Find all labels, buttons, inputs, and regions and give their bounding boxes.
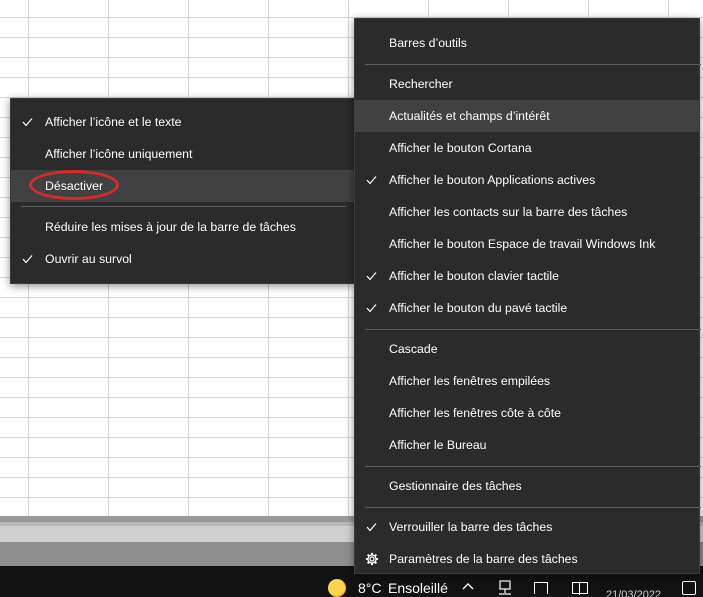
menu-item-label: Afficher les contacts sur la barre des t… xyxy=(389,205,628,219)
menu-separator xyxy=(365,466,701,467)
menu-item-label: Afficher le bouton Cortana xyxy=(389,141,532,155)
menu-item-label: Afficher le bouton Applications actives xyxy=(389,173,596,187)
checkmark-icon xyxy=(366,304,377,313)
menu-item-show-contacts[interactable]: Afficher les contacts sur la barre des t… xyxy=(355,196,699,228)
checkmark-icon xyxy=(22,118,33,127)
menu-item-show-task-view[interactable]: Afficher le bouton Applications actives xyxy=(355,164,699,196)
menu-item-label: Gestionnaire des tâches xyxy=(389,479,522,493)
checkmark-icon xyxy=(366,176,377,185)
sun-icon[interactable] xyxy=(328,579,346,597)
taskbar-context-menu: Barres d’outils Rechercher Actualités et… xyxy=(354,18,701,575)
network-icon[interactable] xyxy=(497,580,513,596)
menu-item-cascade[interactable]: Cascade xyxy=(355,333,699,365)
menu-item-search[interactable]: Rechercher xyxy=(355,68,699,100)
gear-icon xyxy=(365,552,379,566)
menu-item-label: Barres d’outils xyxy=(389,36,467,50)
menu-item-label: Afficher le bouton Espace de travail Win… xyxy=(389,237,656,251)
checkmark-icon xyxy=(366,523,377,532)
menu-item-label: Actualités et champs d’intérêt xyxy=(389,109,550,123)
menu-item-label: Verrouiller la barre des tâches xyxy=(389,520,553,534)
chevron-up-icon[interactable] xyxy=(461,580,475,594)
checkmark-icon xyxy=(366,272,377,281)
highlight-annotation xyxy=(29,170,119,200)
menu-item-label: Afficher les fenêtres empilées xyxy=(389,374,551,388)
menu-separator xyxy=(365,64,701,65)
menu-item-label: Ouvrir au survol xyxy=(45,252,132,266)
menu-item-label: Afficher le Bureau xyxy=(389,438,487,452)
menu-item-taskbar-settings[interactable]: Paramètres de la barre des tâches xyxy=(355,543,699,575)
menu-item-show-cortana[interactable]: Afficher le bouton Cortana xyxy=(355,132,699,164)
menu-item-show-stacked[interactable]: Afficher les fenêtres empilées xyxy=(355,365,699,397)
menu-item-label: Paramètres de la barre des tâches xyxy=(389,552,578,566)
menu-item-show-touch-keyboard[interactable]: Afficher le bouton clavier tactile xyxy=(355,260,699,292)
menu-item-news-and-interests[interactable]: Actualités et champs d’intérêt xyxy=(355,100,699,132)
menu-item-reduce-updates[interactable]: Réduire les mises à jour de la barre de … xyxy=(11,211,354,243)
menu-item-show-icon-and-text[interactable]: Afficher l’icône et le texte xyxy=(11,106,354,138)
menu-item-label: Afficher l’icône uniquement xyxy=(45,147,193,161)
menu-item-show-side-by-side[interactable]: Afficher les fenêtres côte à côte xyxy=(355,397,699,429)
weather-condition[interactable]: Ensoleillé xyxy=(388,580,448,596)
keyboard-icon[interactable] xyxy=(572,582,588,595)
menu-item-label: Cascade xyxy=(389,342,438,356)
notification-icon[interactable] xyxy=(682,581,696,595)
menu-item-show-icon-only[interactable]: Afficher l’icône uniquement xyxy=(11,138,354,170)
menu-separator xyxy=(365,507,701,508)
menu-item-open-on-hover[interactable]: Ouvrir au survol xyxy=(11,243,354,275)
menu-item-label: Rechercher xyxy=(389,77,453,91)
menu-item-toolbars[interactable]: Barres d’outils xyxy=(355,27,699,59)
menu-separator xyxy=(365,329,701,330)
menu-item-label: Afficher l’icône et le texte xyxy=(45,115,182,129)
menu-item-label: Réduire les mises à jour de la barre de … xyxy=(45,220,296,234)
menu-item-label: Afficher le bouton du pavé tactile xyxy=(389,301,568,315)
menu-separator xyxy=(21,206,346,207)
menu-item-show-windows-ink[interactable]: Afficher le bouton Espace de travail Win… xyxy=(355,228,699,260)
checkmark-icon xyxy=(22,255,33,264)
volume-icon[interactable] xyxy=(534,582,548,594)
menu-item-task-manager[interactable]: Gestionnaire des tâches xyxy=(355,470,699,502)
menu-item-label: Afficher le bouton clavier tactile xyxy=(389,269,559,283)
taskbar-date[interactable]: 21/03/2022 xyxy=(606,589,661,597)
menu-item-show-touchpad[interactable]: Afficher le bouton du pavé tactile xyxy=(355,292,699,324)
menu-item-lock-taskbar[interactable]: Verrouiller la barre des tâches xyxy=(355,511,699,543)
news-interests-submenu: Afficher l’icône et le texte Afficher l’… xyxy=(10,98,355,284)
weather-temperature[interactable]: 8°C xyxy=(358,580,382,596)
menu-item-show-desktop[interactable]: Afficher le Bureau xyxy=(355,429,699,461)
menu-item-label: Afficher les fenêtres côte à côte xyxy=(389,406,562,420)
